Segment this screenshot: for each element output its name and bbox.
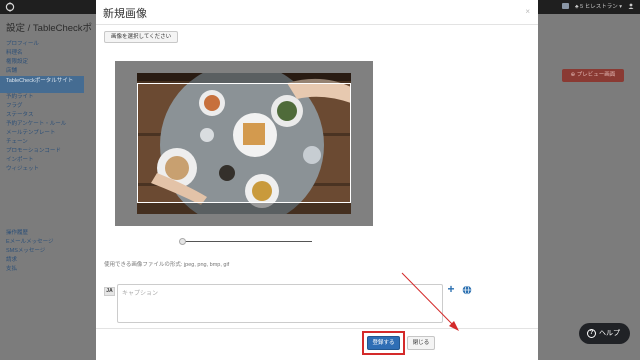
logo-icon[interactable] [5,2,15,12]
zoom-handle[interactable] [179,238,186,245]
sidebar-item-survey-rules[interactable]: 予約アンケート・ルール [0,120,84,129]
sidebar-item-sms-messages[interactable]: SMSメッセージ [0,247,84,256]
sidebar-item-store[interactable]: 店舗 [0,67,84,76]
sidebar-item-permissions[interactable]: 権限設定 [0,58,84,67]
sidebar-item-profile[interactable]: プロフィール [0,40,84,49]
sidebar-item-dishes[interactable]: 料理名 [0,49,84,58]
sidebar-item-billing[interactable]: 請求 [0,256,84,265]
sidebar-item-email-messages[interactable]: Eメールメッセージ [0,238,84,247]
sidebar-item-chain[interactable]: チェーン [0,138,84,147]
language-tag: JA [104,287,115,296]
sidebar-item-mail-templates[interactable]: メールテンプレート [0,129,84,138]
user-icon[interactable] [628,3,634,9]
zoom-track [180,241,312,242]
crop-selection-box[interactable] [137,83,351,203]
close-button[interactable]: 閉じる [407,336,435,350]
page-title: 設定 / TableCheckポ [6,23,93,34]
close-icon[interactable]: × [525,7,530,16]
sidebar-secondary: 操作履歴 Eメールメッセージ SMSメッセージ 請求 支払 [0,229,84,274]
help-label: ヘルプ [599,330,620,337]
modal-title: 新規画像 [103,8,147,20]
modal-header: 新規画像 × [96,0,538,25]
sidebar-item-reservation-light[interactable]: 予約ライト [0,93,84,102]
modal-footer [96,328,538,360]
image-cropper[interactable] [115,61,373,226]
sidebar-item-import[interactable]: インポート [0,156,84,165]
crop-mask-top [137,73,351,83]
globe-icon[interactable] [462,285,472,295]
caption-input[interactable] [117,284,443,323]
sidebar-item-widget[interactable]: ウィジェット [0,165,84,174]
sidebar-item-portal[interactable]: TableCheckポータルサイト [0,76,84,93]
register-button[interactable]: 登録する [367,336,400,350]
sidebar-item-promo-codes[interactable]: プロモーションコード [0,147,84,156]
sidebar: プロフィール 料理名 権限設定 店舗 TableCheckポータルサイト 予約ラ… [0,40,84,174]
sidebar-item-status[interactable]: ステータス [0,111,84,120]
preview-button[interactable]: ⊕ プレビュー画面 [562,69,624,82]
new-image-modal: 新規画像 × 画像を選択してください 使用できる画像ファイルの形式: jpeg,… [96,0,538,360]
plus-icon[interactable]: + [446,283,456,295]
sidebar-item-history[interactable]: 操作履歴 [0,229,84,238]
sidebar-item-flags[interactable]: フラグ [0,102,84,111]
select-image-button[interactable]: 画像を選択してください [104,31,179,43]
zoom-slider[interactable] [179,237,312,245]
supported-formats-text: 使用できる画像ファイルの形式: jpeg, png, bmp, gif [104,262,230,268]
calendar-icon[interactable] [561,3,569,9]
crop-mask-bottom [137,203,351,214]
user-menu-label[interactable]: ♣ 5 ヒレストラン ▾ [575,2,622,10]
question-icon: ? [587,329,596,338]
top-user-menu[interactable]: ♣ 5 ヒレストラン ▾ [561,2,634,10]
sidebar-item-payments[interactable]: 支払 [0,265,84,274]
help-button[interactable]: ? ヘルプ [579,323,630,344]
